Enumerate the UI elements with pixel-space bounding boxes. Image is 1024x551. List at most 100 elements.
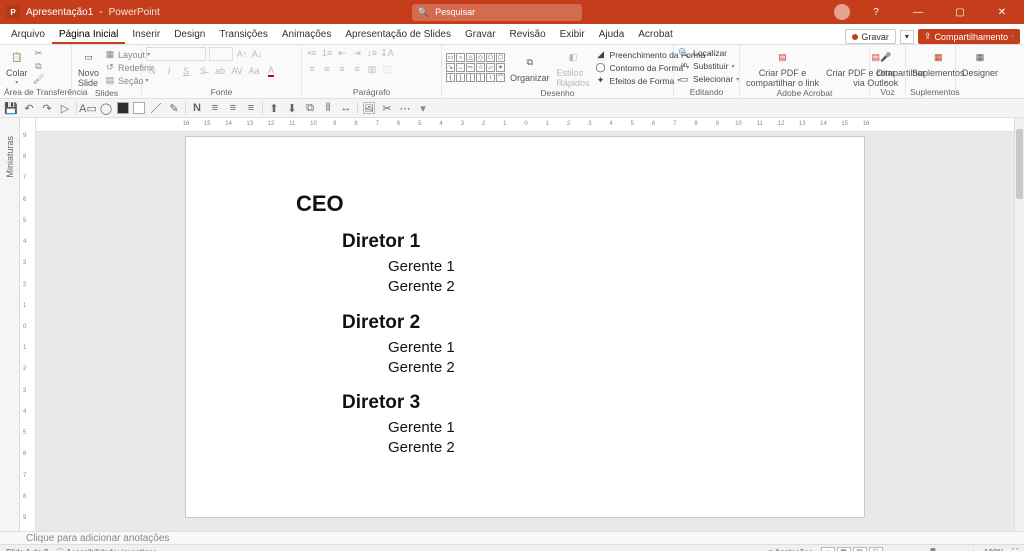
start-slideshow-icon[interactable]: ▷ <box>58 101 72 115</box>
help-icon[interactable]: ? <box>860 0 892 24</box>
tab-acrobat[interactable]: Acrobat <box>631 29 679 44</box>
normal-view-button[interactable]: ▭ <box>821 547 835 551</box>
vertical-scrollbar[interactable] <box>1014 118 1024 531</box>
grow-font-icon[interactable]: A↑ <box>236 48 248 60</box>
zoom-in-button[interactable]: + <box>971 548 976 551</box>
align-objects-icon[interactable]: ⫴ <box>321 101 335 115</box>
align-right-button[interactable]: ≡ <box>336 63 348 75</box>
fit-to-window-button[interactable]: ⛶ <box>1012 547 1018 551</box>
designer-button[interactable]: ▦ Designer <box>960 47 1000 78</box>
maximize-button[interactable]: ▢ <box>944 0 976 24</box>
slideshow-view-button[interactable]: ▢ <box>869 547 883 551</box>
send-backward-icon[interactable]: ⬇ <box>285 101 299 115</box>
char-spacing-button[interactable]: AV <box>231 65 243 77</box>
new-slide-button[interactable]: ▭ Novo Slide <box>76 47 101 88</box>
fill-color-icon[interactable] <box>117 102 129 114</box>
copy-icon[interactable]: ⧉ <box>33 61 45 73</box>
smartart-button[interactable]: ⬚ <box>381 63 393 75</box>
tab-apresenta-o-de-slides[interactable]: Apresentação de Slides <box>338 29 458 44</box>
align-right-icon[interactable]: ≡ <box>244 101 258 115</box>
dictate-button[interactable]: 🎤 Ditar ▾ <box>874 47 898 86</box>
accessibility-status[interactable]: ⓘ Acessibilidade: investigar <box>56 547 156 551</box>
reading-view-button[interactable]: ▤ <box>853 547 867 551</box>
acrobat-share-link-button[interactable]: ▤ Criar PDF e compartilhar o link <box>744 47 821 88</box>
eyedropper-icon[interactable]: ✎ <box>167 101 181 115</box>
slide-text-gerente[interactable]: Gerente 2 <box>388 358 455 378</box>
shapes-icon[interactable]: ◯ <box>99 101 113 115</box>
replace-button[interactable]: ᵃᵇSubstituir▾ <box>678 60 739 72</box>
slide-sorter-button[interactable]: ▦ <box>837 547 851 551</box>
align-center-button[interactable]: ≡ <box>321 63 333 75</box>
font-combo[interactable] <box>146 47 206 61</box>
tab-transi-es[interactable]: Transições <box>212 29 275 44</box>
fill-color-icon-2[interactable] <box>133 102 145 114</box>
share-button[interactable]: ⇪ Compartilhamento ▾ <box>918 29 1020 44</box>
notes-toggle[interactable]: ≡ Anotações <box>768 548 812 551</box>
distribute-icon[interactable]: ↔ <box>339 101 353 115</box>
zoom-value[interactable]: 100% <box>984 548 1004 551</box>
line-spacing-button[interactable]: ↕≡ <box>366 47 378 59</box>
scrollbar-thumb[interactable] <box>1016 129 1023 199</box>
slide-text-gerente[interactable]: Gerente 1 <box>388 338 455 358</box>
zoom-out-button[interactable]: − <box>891 548 896 551</box>
record-button[interactable]: Gravar <box>845 29 896 44</box>
group-icon[interactable]: ⧉ <box>303 101 317 115</box>
notes-pane[interactable]: Clique para adicionar anotações <box>0 531 1024 544</box>
tab-anima-es[interactable]: Animações <box>275 29 338 44</box>
more-icon[interactable]: ⋯ <box>398 101 412 115</box>
indent-increase-button[interactable]: ⇥ <box>351 47 363 59</box>
select-button[interactable]: ▭Selecionar▾ <box>678 73 739 85</box>
qat-customize-icon[interactable]: ▾ <box>416 101 430 115</box>
tab-revis-o[interactable]: Revisão <box>503 29 553 44</box>
indent-decrease-button[interactable]: ⇤ <box>336 47 348 59</box>
shadow-button[interactable]: ab <box>214 65 226 77</box>
tab-exibir[interactable]: Exibir <box>553 29 592 44</box>
tab-inserir[interactable]: Inserir <box>125 29 167 44</box>
undo-icon[interactable]: ↶ <box>22 101 36 115</box>
underline-button[interactable]: S <box>180 65 192 77</box>
tab-ajuda[interactable]: Ajuda <box>592 29 632 44</box>
format-painter-icon[interactable]: 🖌 <box>33 74 45 86</box>
bold-icon[interactable]: N <box>190 101 204 115</box>
text-box-icon[interactable]: A▭ <box>81 101 95 115</box>
slide-text-diretor[interactable]: Diretor 1 <box>342 231 455 253</box>
crop-icon[interactable]: ✂ <box>380 101 394 115</box>
case-button[interactable]: Aa <box>248 65 260 77</box>
align-left-button[interactable]: ≡ <box>306 63 318 75</box>
align-center-icon[interactable]: ≡ <box>226 101 240 115</box>
slide-canvas[interactable]: CEODiretor 1Gerente 1Gerente 2Diretor 2G… <box>185 136 865 518</box>
tab-design[interactable]: Design <box>167 29 212 44</box>
arrange-button[interactable]: ⧉ Organizar <box>508 52 552 83</box>
redo-icon[interactable]: ↷ <box>40 101 54 115</box>
bold-button[interactable]: N <box>146 65 158 77</box>
search-box[interactable]: 🔍 Pesquisar <box>412 4 582 21</box>
slide-text-gerente[interactable]: Gerente 2 <box>388 438 455 458</box>
user-avatar[interactable] <box>834 4 850 20</box>
font-color-button[interactable]: A <box>265 65 277 77</box>
justify-button[interactable]: ≡ <box>351 63 363 75</box>
slide-text-gerente[interactable]: Gerente 1 <box>388 418 455 438</box>
slide-text-content[interactable]: CEODiretor 1Gerente 1Gerente 2Diretor 2G… <box>296 191 455 459</box>
cut-icon[interactable]: ✂ <box>33 48 45 60</box>
find-button[interactable]: 🔍Localizar <box>678 47 739 59</box>
shapes-gallery[interactable]: ▭○△◇⬠⬡ ↘↔⇨☆▱✶ {}[]≀⌒ <box>446 53 505 82</box>
slide-text-gerente[interactable]: Gerente 2 <box>388 277 455 297</box>
italic-button[interactable]: I <box>163 65 175 77</box>
font-size-combo[interactable] <box>209 47 233 61</box>
slide-text-ceo[interactable]: CEO <box>296 191 455 217</box>
save-icon[interactable]: 💾 <box>4 101 18 115</box>
ribbon-display-options[interactable]: ▾ <box>900 30 914 44</box>
strike-button[interactable]: S̶ <box>197 65 209 77</box>
zoom-handle[interactable] <box>931 548 936 551</box>
slide-text-gerente[interactable]: Gerente 1 <box>388 257 455 277</box>
line-icon[interactable]: ／ <box>149 101 163 115</box>
numbering-button[interactable]: 1≡ <box>321 47 333 59</box>
bullets-button[interactable]: •≡ <box>306 47 318 59</box>
text-direction-button[interactable]: ↧A <box>381 47 393 59</box>
shrink-font-icon[interactable]: A↓ <box>251 48 263 60</box>
slide-text-diretor[interactable]: Diretor 2 <box>342 312 455 334</box>
slide-text-diretor[interactable]: Diretor 3 <box>342 392 455 414</box>
minimize-button[interactable]: — <box>902 0 934 24</box>
thumbnails-pane[interactable]: Miniaturas <box>0 118 20 531</box>
tab-arquivo[interactable]: Arquivo <box>4 29 52 44</box>
